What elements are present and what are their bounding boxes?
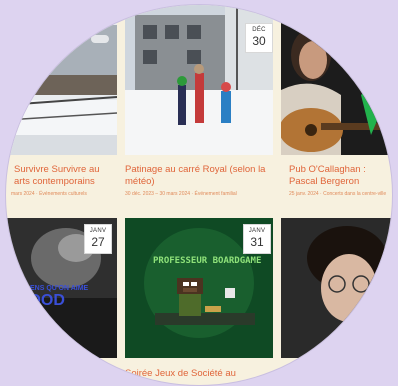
- event-title[interactable]: Fr: [283, 368, 383, 380]
- event-meta: 30 déc. 2023 – 30 mars 2024 · Événement …: [125, 191, 237, 197]
- event-card[interactable]: Fr: [281, 218, 392, 385]
- event-title[interactable]: Soirée Jeux de Société au: [125, 368, 271, 380]
- event-title[interactable]: Survivre Survivre au arts contemporains: [14, 164, 114, 187]
- event-card[interactable]: DÉC 30 Patinage au carré Royal (selon la…: [125, 5, 273, 200]
- date-day: 30: [252, 34, 266, 48]
- game-sign: PROFESSEUR BOARDGAME: [153, 256, 262, 266]
- date-month: JANV: [248, 228, 266, 234]
- event-title[interactable]: Patinage au carré Royal (selon la météo): [125, 164, 271, 187]
- event-meta: 25 janv. 2024 · Concerts dans la centre-…: [289, 191, 387, 197]
- date-month: DÉC: [252, 27, 266, 33]
- event-date-badge: JANV 31: [243, 224, 271, 254]
- event-date-badge: DÉC 30: [245, 23, 273, 53]
- date-day: 31: [250, 235, 264, 249]
- event-image: [6, 5, 117, 155]
- event-card[interactable]: PROFESSEUR BOARDGAME JANV 31 Soirée Jeux…: [125, 218, 273, 385]
- event-image: [281, 5, 392, 155]
- poster-text: GOOD: [16, 292, 65, 309]
- event-card[interactable]: LES GENS QU'ON AIME GOOD JANV 27: [6, 218, 117, 385]
- date-month: JANV: [89, 228, 107, 234]
- event-card[interactable]: Survivre Survivre au arts contemporains …: [6, 5, 117, 200]
- date-day: 27: [91, 235, 105, 249]
- event-card[interactable]: Pub O'Callaghan : Pascal Bergeron 25 jan…: [281, 5, 392, 200]
- event-date-badge: JANV 27: [84, 224, 112, 254]
- event-grid: Survivre Survivre au arts contemporains …: [6, 5, 392, 385]
- event-meta: mars 2024 · Événements culturels: [11, 191, 87, 197]
- event-title[interactable]: Pub O'Callaghan : Pascal Bergeron: [289, 164, 389, 187]
- event-image: [281, 218, 392, 358]
